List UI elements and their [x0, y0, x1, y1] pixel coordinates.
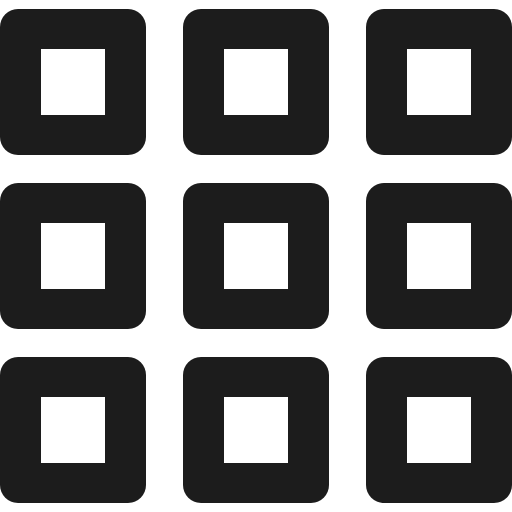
grid-cell-hole	[41, 49, 105, 115]
grid-cell-hole	[407, 397, 471, 463]
grid-cell-3-1	[0, 357, 146, 503]
grid-cell-2-1	[0, 183, 146, 329]
grid-cell-3-3	[366, 357, 512, 503]
grid-cell-2-2	[183, 183, 329, 329]
grid-view-icon[interactable]	[0, 0, 512, 512]
grid-cell-2-3	[366, 183, 512, 329]
grid-view-icon-svg	[0, 9, 512, 503]
grid-cell-1-3	[366, 9, 512, 155]
grid-cell-hole	[224, 397, 288, 463]
grid-cell-3-2	[183, 357, 329, 503]
grid-cell-hole	[407, 49, 471, 115]
grid-cell-hole	[224, 223, 288, 289]
grid-cell-1-1	[0, 9, 146, 155]
grid-cell-hole	[41, 397, 105, 463]
grid-cell-hole	[224, 49, 288, 115]
grid-cell-1-2	[183, 9, 329, 155]
grid-cell-hole	[407, 223, 471, 289]
grid-cell-hole	[41, 223, 105, 289]
